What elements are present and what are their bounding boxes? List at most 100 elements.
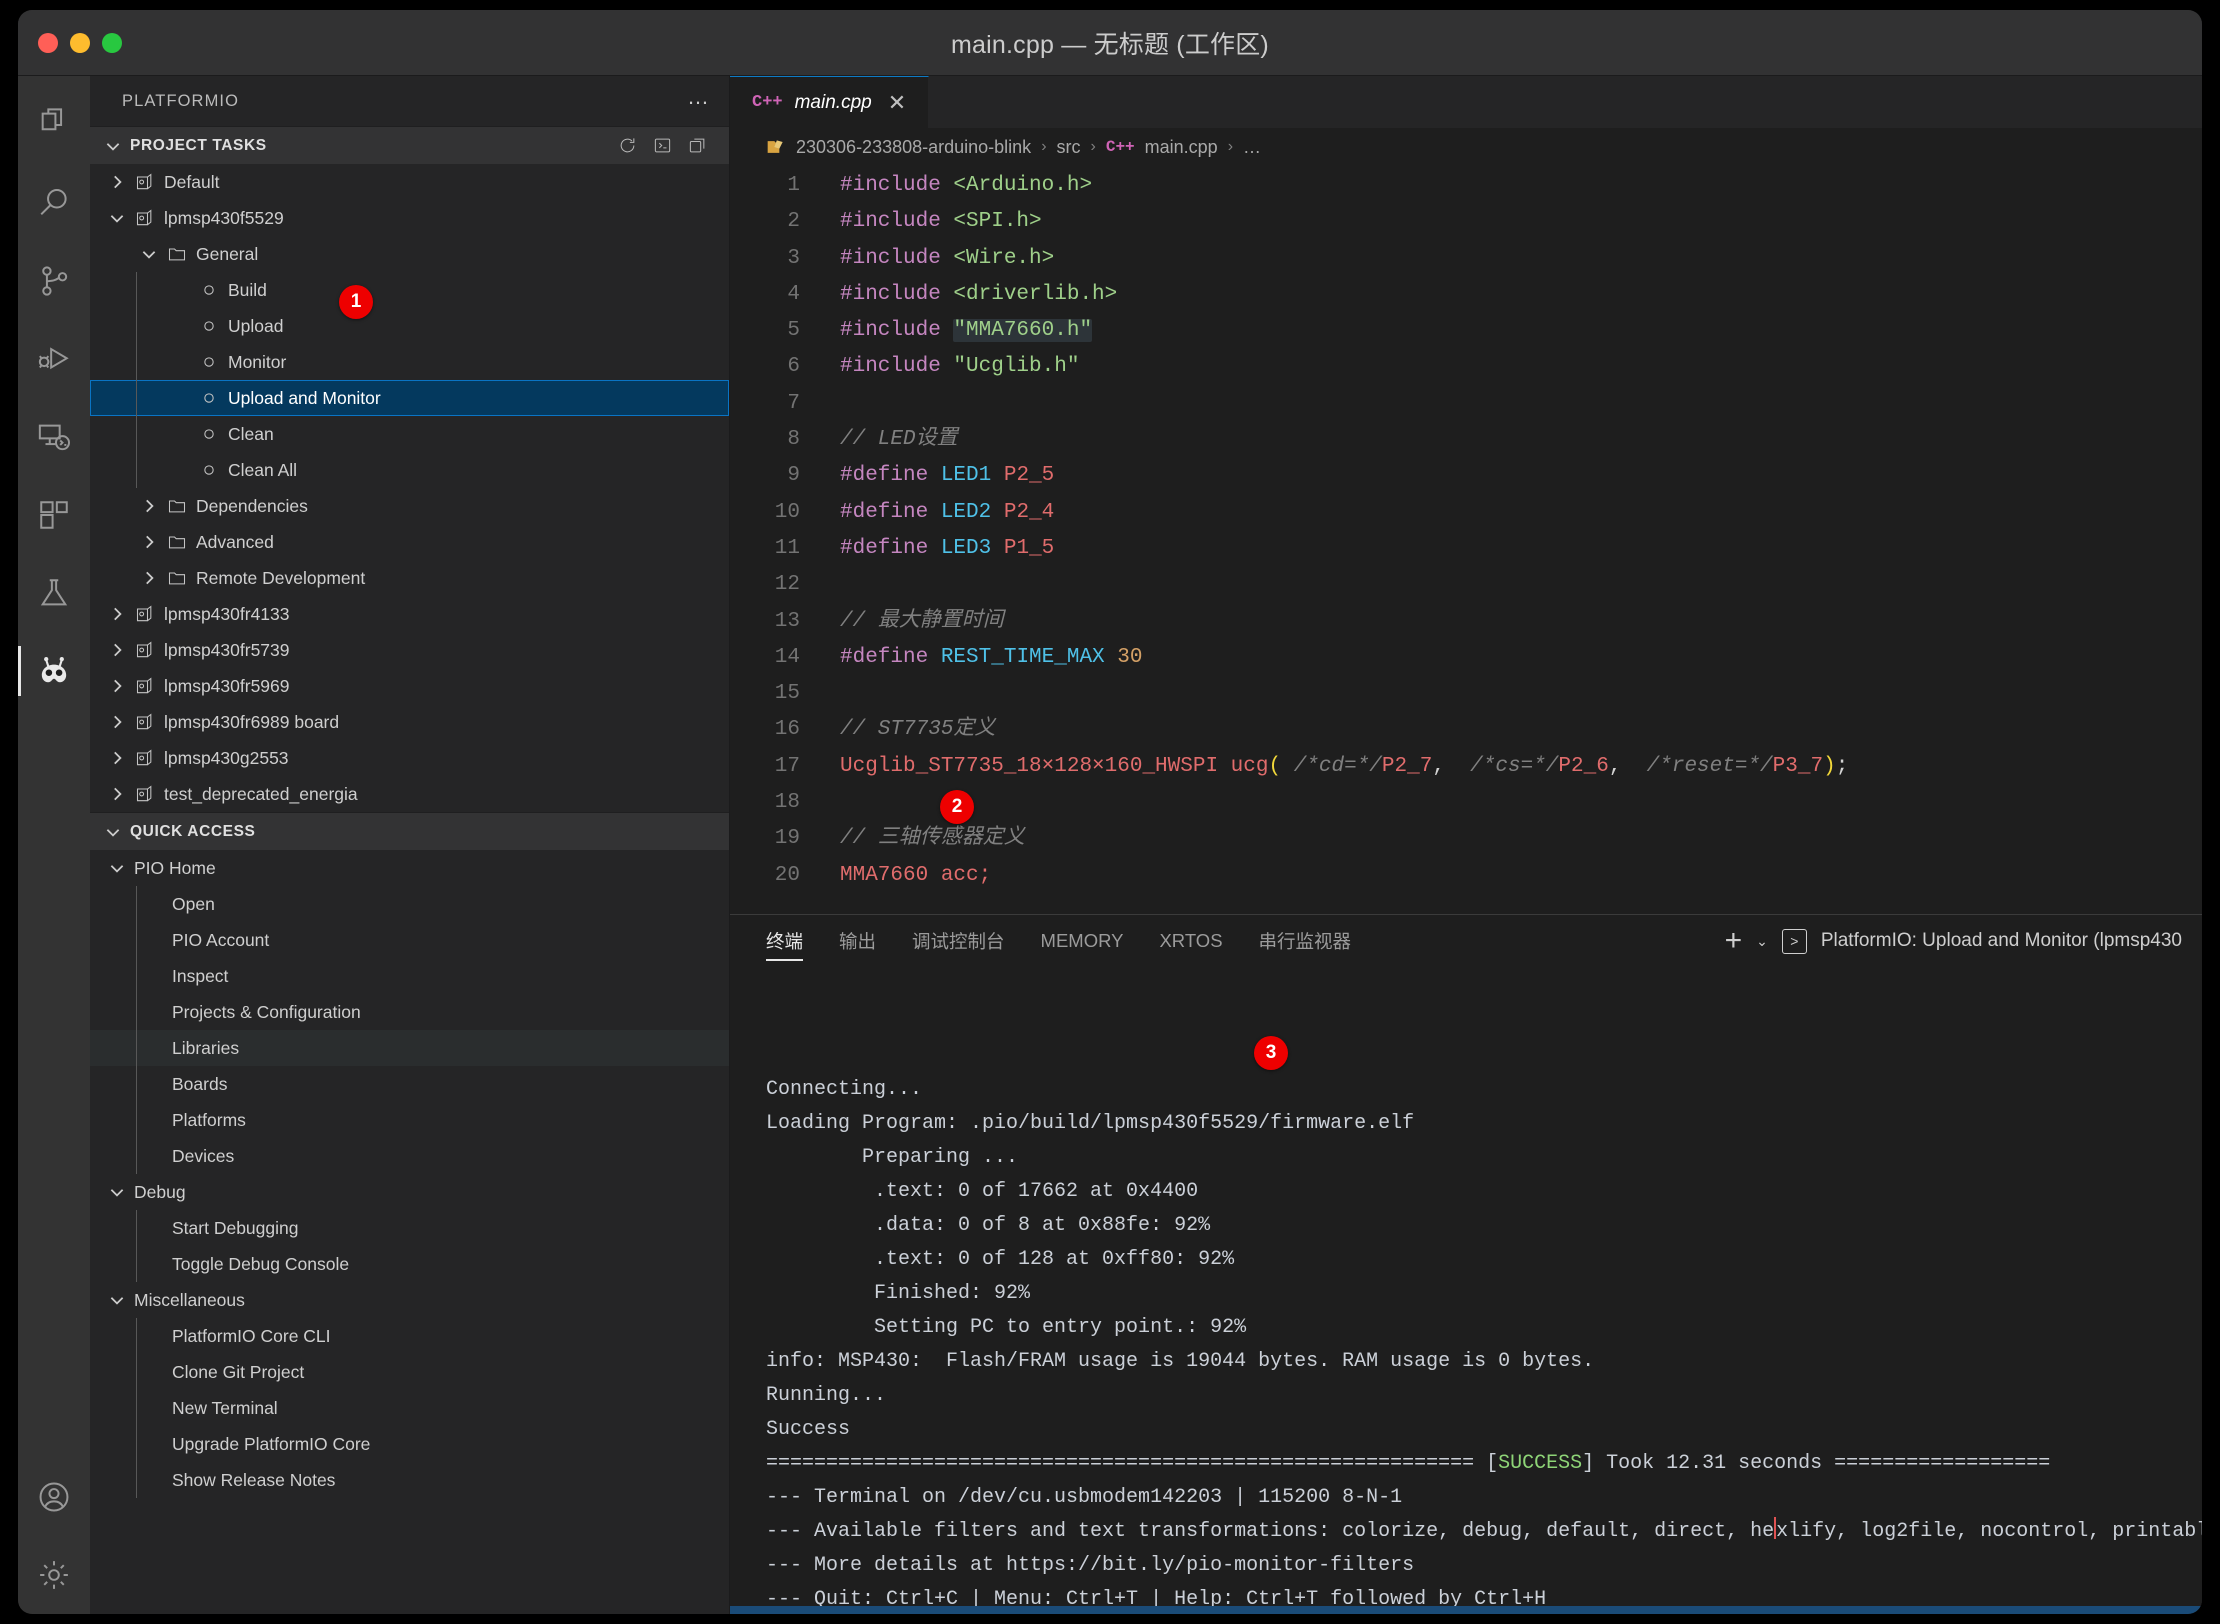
quick-access-row-open[interactable]: Open xyxy=(90,886,729,922)
annotation-badge-3: 3 xyxy=(1254,1036,1288,1070)
testing-icon[interactable] xyxy=(18,554,90,632)
tree-row-label: New Terminal xyxy=(172,1397,278,1418)
project-task-row-test-deprecated-energia[interactable]: test_deprecated_energia xyxy=(90,776,729,812)
line-number: 2 xyxy=(787,210,800,234)
quick-access-row-toggle-debug-console[interactable]: Toggle Debug Console xyxy=(90,1246,729,1282)
tab-main-cpp[interactable]: C++ main.cpp ✕ xyxy=(730,76,930,128)
quick-access-row-projects-configuration[interactable]: Projects & Configuration xyxy=(90,994,729,1030)
tree-twisty[interactable] xyxy=(104,713,130,731)
quick-access-row-boards[interactable]: Boards xyxy=(90,1066,729,1102)
project-task-row-lpmsp430fr5739[interactable]: lpmsp430fr5739 xyxy=(90,632,729,668)
tree-twisty[interactable] xyxy=(136,245,162,263)
tree-twisty[interactable] xyxy=(136,569,162,587)
maximize-window-button[interactable] xyxy=(102,32,122,53)
line-number: 5 xyxy=(787,319,800,343)
close-tab-icon[interactable]: ✕ xyxy=(884,90,910,116)
tree-indent-guide xyxy=(136,1426,137,1462)
quick-access-row-pio-home[interactable]: PIO Home xyxy=(90,850,729,886)
terminal-horizontal-scrollbar[interactable] xyxy=(730,1606,2202,1614)
project-task-row-clean[interactable]: Clean xyxy=(90,416,729,452)
project-task-row-advanced[interactable]: Advanced xyxy=(90,524,729,560)
accounts-icon[interactable] xyxy=(18,1458,90,1536)
project-task-row-lpmsp430f5529[interactable]: lpmsp430f5529 xyxy=(90,200,729,236)
tree-twisty[interactable] xyxy=(104,605,130,623)
project-task-row-monitor[interactable]: Monitor xyxy=(90,344,729,380)
settings-gear-icon[interactable] xyxy=(18,1536,90,1614)
project-task-row-dependencies[interactable]: Dependencies xyxy=(90,488,729,524)
project-task-row-upload-and-monitor[interactable]: Upload and Monitor xyxy=(90,380,729,416)
close-window-button[interactable] xyxy=(38,32,58,53)
tree-twisty[interactable] xyxy=(104,641,130,659)
project-task-row-clean-all[interactable]: Clean All xyxy=(90,452,729,488)
explorer-icon[interactable] xyxy=(18,86,90,164)
quick-access-row-show-release-notes[interactable]: Show Release Notes xyxy=(90,1462,729,1498)
project-task-row-lpmsp430fr4133[interactable]: lpmsp430fr4133 xyxy=(90,596,729,632)
quick-access-row-miscellaneous[interactable]: Miscellaneous xyxy=(90,1282,729,1318)
tree-twisty[interactable] xyxy=(104,859,130,877)
expand-tasks-icon[interactable] xyxy=(653,136,672,155)
section-project-tasks-header[interactable]: PROJECT TASKS xyxy=(90,126,729,164)
code-line-text: #include <driverlib.h> xyxy=(840,282,1118,306)
tree-twisty[interactable] xyxy=(104,677,130,695)
quick-access-row-devices[interactable]: Devices xyxy=(90,1138,729,1174)
breadcrumb-src[interactable]: src xyxy=(1057,137,1081,158)
project-task-row-default[interactable]: Default xyxy=(90,164,729,200)
search-icon[interactable] xyxy=(18,164,90,242)
tree-twisty[interactable] xyxy=(104,749,130,767)
quick-access-row-libraries[interactable]: Libraries xyxy=(90,1030,729,1066)
refresh-icon[interactable] xyxy=(618,136,637,155)
tree-twisty[interactable] xyxy=(136,533,162,551)
quick-access-row-new-terminal[interactable]: New Terminal xyxy=(90,1390,729,1426)
collapse-all-icon[interactable] xyxy=(688,136,707,155)
quick-access-row-platforms[interactable]: Platforms xyxy=(90,1102,729,1138)
project-task-row-upload[interactable]: Upload xyxy=(90,308,729,344)
breadcrumb-project[interactable]: 230306-233808-arduino-blink xyxy=(796,137,1031,158)
chevron-down-icon[interactable]: ⌄ xyxy=(1756,933,1768,950)
remote-explorer-icon[interactable] xyxy=(18,398,90,476)
new-terminal-icon[interactable]: + xyxy=(1725,926,1743,956)
quick-access-row-start-debugging[interactable]: Start Debugging xyxy=(90,1210,729,1246)
project-task-row-remote-development[interactable]: Remote Development xyxy=(90,560,729,596)
tree-row-label: Boards xyxy=(172,1073,228,1094)
panel-tab-tab-0[interactable]: 终端 xyxy=(766,915,804,967)
breadcrumb-symbol[interactable]: … xyxy=(1243,137,1261,158)
section-quick-access-header[interactable]: QUICK ACCESS xyxy=(90,812,729,850)
tree-twisty[interactable] xyxy=(104,209,130,227)
tree-row-label: Toggle Debug Console xyxy=(172,1253,350,1274)
tree-twisty[interactable] xyxy=(104,1291,130,1309)
project-task-row-lpmsp430g2553[interactable]: lpmsp430g2553 xyxy=(90,740,729,776)
panel-tab-tab-5[interactable]: 串行监视器 xyxy=(1259,915,1352,967)
code-line-text: // LED设置 xyxy=(840,428,958,452)
platformio-icon[interactable] xyxy=(18,632,90,710)
project-task-row-lpmsp430fr5969[interactable]: lpmsp430fr5969 xyxy=(90,668,729,704)
project-task-row-build[interactable]: Build xyxy=(90,272,729,308)
terminal-output[interactable]: Connecting... Loading Program: .pio/build… xyxy=(730,967,2202,1614)
extensions-icon[interactable] xyxy=(18,476,90,554)
code-line: 13 // 最大静置时间 xyxy=(730,604,2202,640)
quick-access-row-inspect[interactable]: Inspect xyxy=(90,958,729,994)
quick-access-row-clone-git-project[interactable]: Clone Git Project xyxy=(90,1354,729,1390)
sidebar-more-actions-icon[interactable]: … xyxy=(687,86,711,110)
folder-icon xyxy=(168,248,186,261)
tree-twisty[interactable] xyxy=(104,785,130,803)
panel-tab-xrtos[interactable]: XRTOS xyxy=(1159,915,1222,967)
quick-access-row-debug[interactable]: Debug xyxy=(90,1174,729,1210)
panel-tab-memory[interactable]: MEMORY xyxy=(1041,915,1124,967)
run-and-debug-icon[interactable] xyxy=(18,320,90,398)
project-task-row-lpmsp430fr6989-board[interactable]: lpmsp430fr6989 board xyxy=(90,704,729,740)
breadcrumb-file[interactable]: main.cpp xyxy=(1145,137,1218,158)
tree-row-label: Platforms xyxy=(172,1109,246,1130)
source-control-icon[interactable] xyxy=(18,242,90,320)
panel-tab-tab-1[interactable]: 输出 xyxy=(839,915,876,967)
tree-twisty[interactable] xyxy=(104,173,130,191)
active-terminal-label[interactable]: PlatformIO: Upload and Monitor (lpmsp430 xyxy=(1821,930,2182,952)
minimize-window-button[interactable] xyxy=(70,32,90,53)
quick-access-row-pio-account[interactable]: PIO Account xyxy=(90,922,729,958)
tree-twisty[interactable] xyxy=(136,497,162,515)
panel-tab-tab-2[interactable]: 调试控制台 xyxy=(912,915,1005,967)
quick-access-row-platformio-core-cli[interactable]: PlatformIO Core CLI xyxy=(90,1318,729,1354)
project-task-row-general[interactable]: General xyxy=(90,236,729,272)
tree-twisty[interactable] xyxy=(104,1183,130,1201)
quick-access-row-upgrade-platformio-core[interactable]: Upgrade PlatformIO Core xyxy=(90,1426,729,1462)
